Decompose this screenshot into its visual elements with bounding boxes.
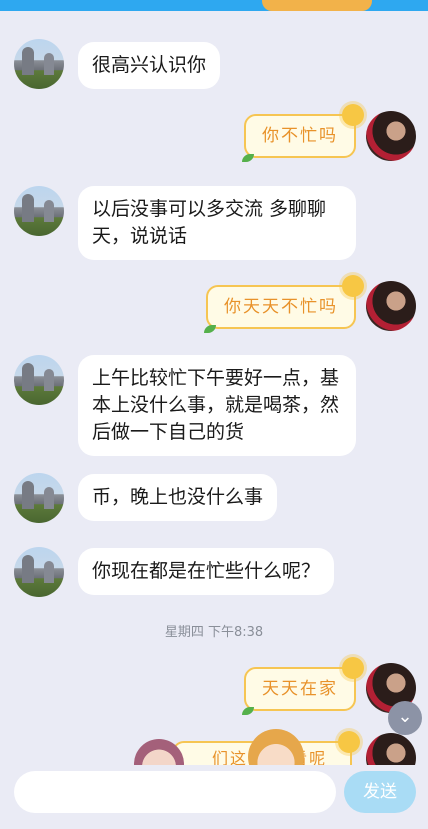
sun-icon: [342, 104, 364, 126]
contact-avatar[interactable]: [14, 473, 64, 523]
send-button[interactable]: 发送: [344, 771, 416, 813]
leaf-icon: [242, 154, 254, 162]
status-bar: [0, 0, 428, 11]
message-bubble-left[interactable]: 很高兴认识你: [78, 42, 221, 89]
contact-avatar[interactable]: [14, 547, 64, 597]
message-bubble-right[interactable]: 你天天不忙吗: [204, 275, 364, 333]
contact-avatar[interactable]: [14, 39, 64, 89]
message-text: 你不忙吗: [262, 126, 338, 146]
sun-icon: [338, 731, 360, 753]
message-text: 你天天不忙吗: [224, 297, 338, 317]
message-input[interactable]: [14, 771, 336, 813]
message-bubble-right[interactable]: 天天在家: [242, 657, 364, 715]
my-avatar[interactable]: [366, 281, 416, 331]
leaf-icon: [242, 707, 254, 715]
message-bubble-left[interactable]: 以后没事可以多交流 多聊聊天，说说话: [78, 186, 356, 260]
composer-bar: 发送: [0, 765, 428, 829]
contact-avatar[interactable]: [14, 355, 64, 405]
my-avatar[interactable]: [366, 111, 416, 161]
contact-avatar[interactable]: [14, 186, 64, 236]
sun-icon: [342, 657, 364, 679]
message-bubble-left[interactable]: 上午比较忙下午要好一点，基本上没什么事，就是喝茶，然后做一下自己的货: [78, 355, 356, 456]
chat-area[interactable]: 很高兴认识你 你不忙吗 以后没事可以多交流 多聊聊天，说说话 你天天不忙吗 上午…: [0, 11, 428, 765]
leaf-icon: [204, 325, 216, 333]
message-bubble-right[interactable]: 你不忙吗: [242, 104, 364, 162]
sun-icon: [342, 275, 364, 297]
scroll-down-icon[interactable]: ⌄: [388, 701, 422, 735]
message-bubble-left[interactable]: 你现在都是在忙些什么呢？: [78, 548, 335, 595]
my-avatar[interactable]: [366, 733, 416, 765]
chat-timestamp: 星期四 下午8:38: [164, 625, 264, 640]
message-text: 天天在家: [262, 679, 338, 699]
message-bubble-left[interactable]: 币，晚上也没什么事: [78, 474, 278, 521]
anime-sticker-icon: [248, 729, 304, 765]
